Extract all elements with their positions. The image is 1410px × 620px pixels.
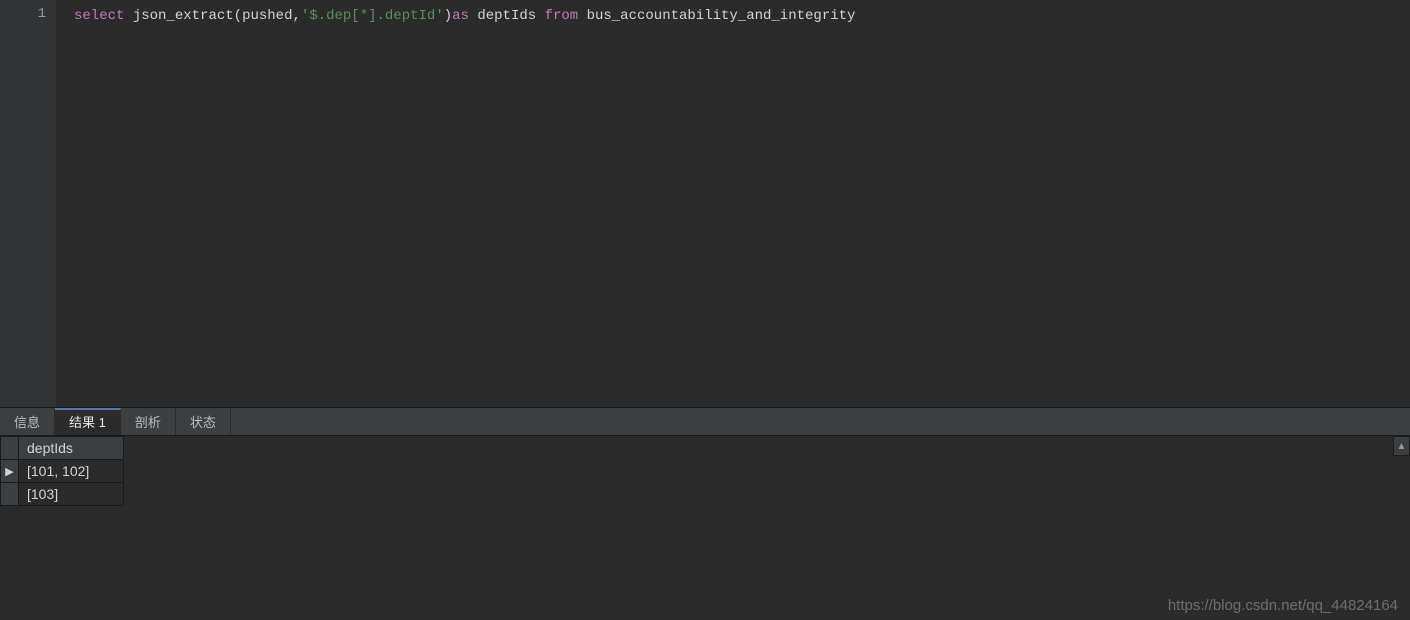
result-tabs: 信息 结果 1 剖析 状态	[0, 408, 1410, 436]
sql-editor-pane: 1 select json_extract(pushed,'$.dep[*].d…	[0, 0, 1410, 408]
tab-profile[interactable]: 剖析	[121, 408, 176, 435]
results-pane: deptIds ▶ [101, 102] [103] ▲ https://blo…	[0, 436, 1410, 620]
row-indicator-header	[1, 437, 19, 460]
row-marker-empty	[1, 483, 19, 506]
function-json-extract: json_extract	[133, 8, 234, 24]
keyword-select: select	[74, 8, 124, 24]
tab-result-1[interactable]: 结果 1	[55, 408, 121, 435]
keyword-from: from	[545, 8, 579, 24]
table-header-row: deptIds	[1, 437, 124, 460]
close-paren: )	[444, 8, 452, 24]
result-table: deptIds ▶ [101, 102] [103]	[0, 436, 124, 506]
string-literal: '$.dep[*].deptId'	[301, 8, 444, 24]
keyword-as: as	[452, 8, 469, 24]
current-row-marker: ▶	[1, 460, 19, 483]
sql-code-area[interactable]: select json_extract(pushed,'$.dep[*].dep…	[56, 0, 1410, 407]
line-number: 1	[0, 6, 46, 22]
alias-deptids: deptIds	[477, 8, 536, 24]
tab-status[interactable]: 状态	[176, 408, 231, 435]
column-header-deptids[interactable]: deptIds	[19, 437, 124, 460]
table-name: bus_accountability_and_integrity	[587, 8, 856, 24]
table-row[interactable]: [103]	[1, 483, 124, 506]
identifier-pushed: pushed	[242, 8, 292, 24]
watermark-text: https://blog.csdn.net/qq_44824164	[1168, 597, 1398, 614]
cell-value[interactable]: [103]	[19, 483, 124, 506]
tab-info[interactable]: 信息	[0, 408, 55, 435]
comma: ,	[292, 8, 300, 24]
line-number-gutter: 1	[0, 0, 56, 407]
open-paren: (	[234, 8, 242, 24]
cell-value[interactable]: [101, 102]	[19, 460, 124, 483]
scroll-up-icon[interactable]: ▲	[1393, 436, 1410, 456]
table-row[interactable]: ▶ [101, 102]	[1, 460, 124, 483]
